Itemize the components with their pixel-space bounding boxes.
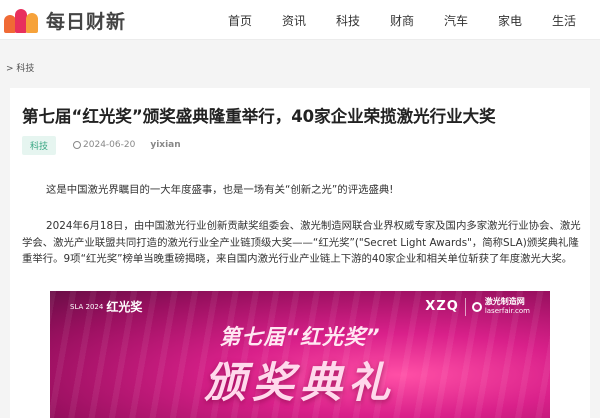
article-banner-image: SLA 2024 红光奖 XZQ 激光制造网 laserfair.com 第七届“… bbox=[50, 291, 550, 418]
article-card: 第七届“红光奖”颁奖盛典隆重举行，40家企业荣揽激光行业大奖 科技 2024-0… bbox=[10, 88, 590, 418]
date-text: 2024-06-20 bbox=[83, 140, 136, 150]
publish-date: 2024-06-20 bbox=[73, 140, 135, 150]
article-paragraph: 2024年6月18日，由中国激光行业创新贡献奖组委会、激光制造网联合业界权威专家… bbox=[22, 220, 581, 265]
banner-heading: 颁奖典礼 bbox=[203, 358, 396, 407]
nav-item-news[interactable]: 资讯 bbox=[282, 12, 306, 29]
laserfair-logo: XZQ 激光制造网 laserfair.com bbox=[425, 297, 530, 316]
top-bar: 每日财新 首页 资讯 科技 财商 汽车 家电 生活 bbox=[0, 0, 600, 40]
breadcrumb[interactable]: > 科技 bbox=[6, 61, 34, 74]
category-tag[interactable]: 科技 bbox=[22, 135, 57, 155]
main-nav: 首页 资讯 科技 财商 汽车 家电 生活 bbox=[0, 0, 600, 40]
laser-icon bbox=[471, 301, 482, 312]
nav-item-finance[interactable]: 财商 bbox=[390, 12, 414, 29]
article-paragraph: 这是中国激光界瞩目的一大年度盛事，也是一场有关“创新之光”的评选盛典! bbox=[46, 184, 394, 196]
clock-icon bbox=[73, 141, 82, 149]
article-meta: 科技 2024-06-20 yixian bbox=[22, 135, 181, 155]
banner-subtitle: 第七届“红光奖” bbox=[219, 325, 381, 349]
nav-item-appliance[interactable]: 家电 bbox=[498, 12, 522, 29]
author-name[interactable]: yixian bbox=[150, 140, 180, 150]
sla-logo: SLA 2024 红光奖 bbox=[70, 300, 143, 314]
nav-item-life[interactable]: 生活 bbox=[552, 12, 576, 29]
article-title: 第七届“红光奖”颁奖盛典隆重举行，40家企业荣揽激光行业大奖 bbox=[22, 107, 496, 126]
nav-item-tech[interactable]: 科技 bbox=[336, 12, 360, 29]
nav-item-home[interactable]: 首页 bbox=[228, 12, 252, 29]
nav-item-auto[interactable]: 汽车 bbox=[444, 12, 468, 29]
